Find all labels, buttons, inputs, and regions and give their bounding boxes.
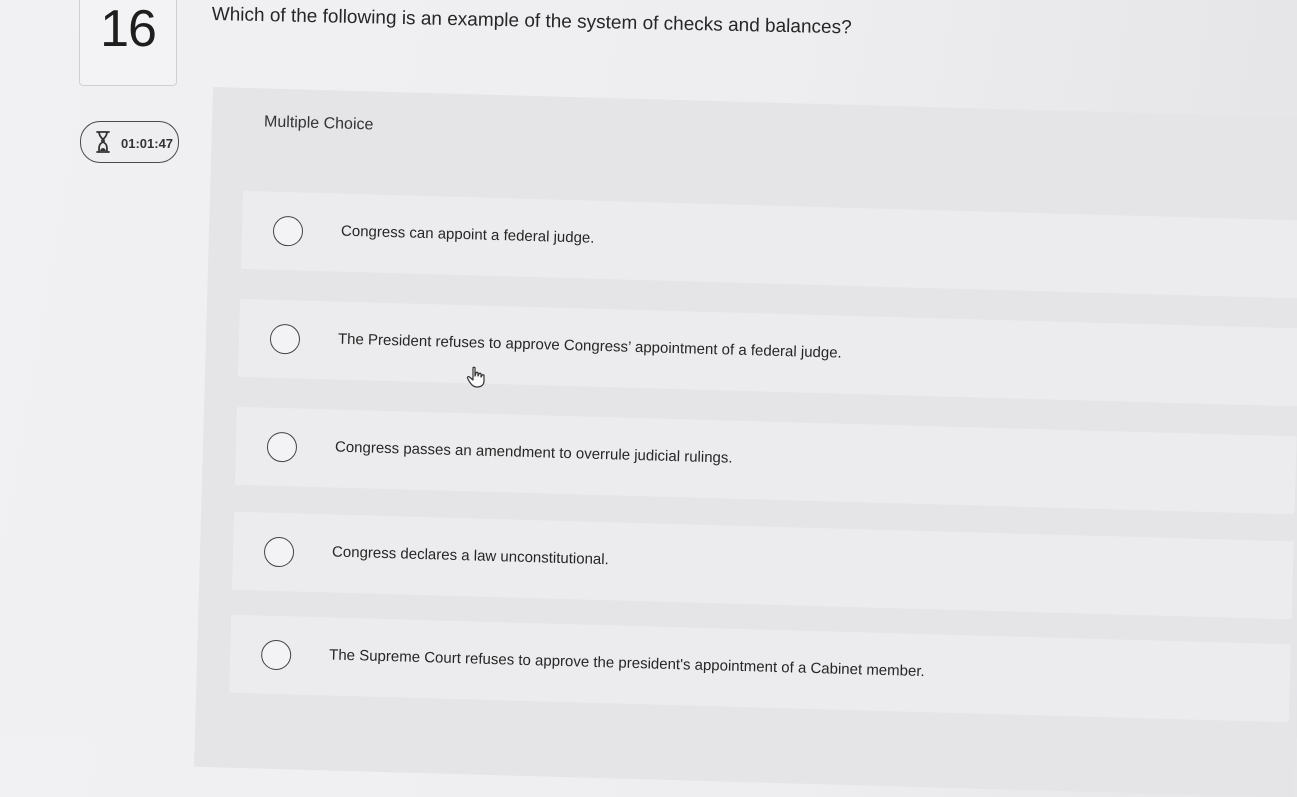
- choice-label[interactable]: The President refuses to approve Congres…: [338, 331, 842, 362]
- choice-option-3[interactable]: Congress passes an amendment to overrule…: [234, 406, 1297, 515]
- choice-option-2[interactable]: The President refuses to approve Congres…: [237, 298, 1297, 407]
- choice-label[interactable]: The Supreme Court refuses to approve the…: [329, 646, 925, 680]
- answer-panel: Multiple Choice Congress can appoint a f…: [194, 87, 1297, 797]
- panel-header: Multiple Choice: [263, 113, 374, 134]
- timer-value: 01:01:47: [121, 136, 174, 151]
- choice-option-5[interactable]: The Supreme Court refuses to approve the…: [229, 614, 1291, 723]
- choice-option-4[interactable]: Congress declares a law unconstitutional…: [231, 511, 1294, 620]
- question-text: Which of the following is an example of …: [211, 4, 852, 39]
- timer-badge[interactable]: 01:01:47: [80, 121, 179, 163]
- hourglass-icon: [96, 131, 110, 153]
- radio-button[interactable]: [266, 431, 298, 463]
- radio-button[interactable]: [260, 639, 292, 671]
- choice-option-1[interactable]: Congress can appoint a federal judge.: [240, 190, 1297, 299]
- radio-button[interactable]: [269, 323, 301, 355]
- choice-label[interactable]: Congress can appoint a federal judge.: [341, 223, 595, 247]
- radio-button[interactable]: [263, 536, 295, 568]
- hand-cursor-icon: [466, 366, 485, 388]
- radio-button[interactable]: [272, 215, 304, 247]
- question-number: 16: [100, 0, 157, 58]
- question-number-box: 16: [79, 0, 177, 86]
- choice-label[interactable]: Congress passes an amendment to overrule…: [335, 439, 733, 467]
- choice-label[interactable]: Congress declares a law unconstitutional…: [332, 544, 609, 569]
